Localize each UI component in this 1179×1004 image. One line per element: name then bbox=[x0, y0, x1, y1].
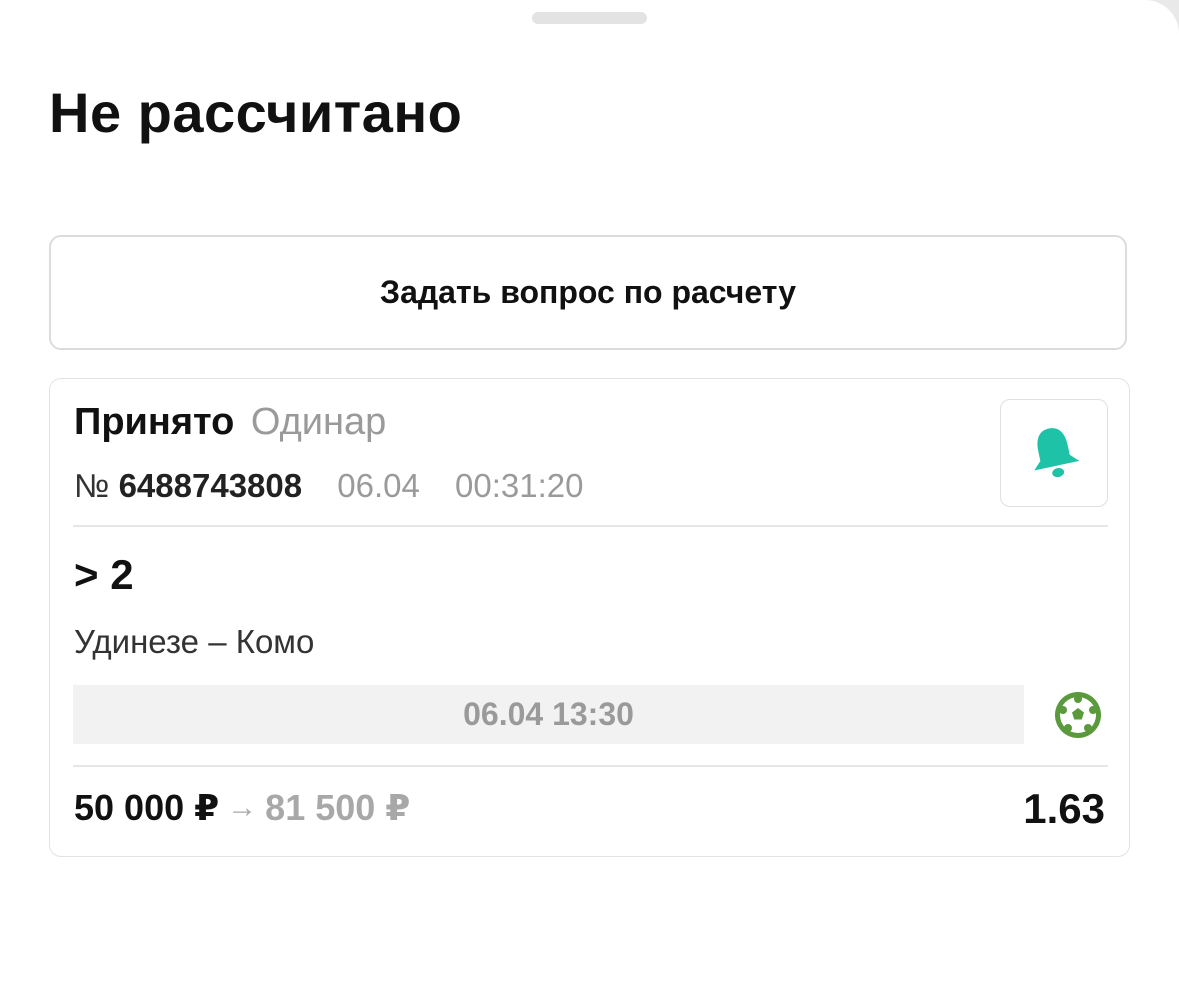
bet-date: 06.04 bbox=[337, 467, 420, 504]
divider-bottom bbox=[73, 765, 1108, 767]
bet-odds: 1.63 bbox=[1023, 785, 1105, 832]
match-name[interactable]: Удинезе – Комо bbox=[74, 623, 314, 661]
bet-outcome: > 2 bbox=[74, 551, 134, 598]
event-datetime: 06.04 13:30 bbox=[73, 685, 1024, 744]
ask-question-button[interactable]: Задать вопрос по расчету bbox=[49, 235, 1127, 350]
bet-card[interactable]: Принято Одинар № 6488743808 06.04 00:31:… bbox=[49, 378, 1130, 857]
stake-amount: 50 000 ₽ bbox=[74, 787, 220, 828]
notification-button[interactable] bbox=[1000, 399, 1108, 507]
bet-number-prefix: № bbox=[74, 467, 110, 504]
football-icon bbox=[1055, 692, 1101, 738]
bet-meta: № 6488743808 06.04 00:31:20 bbox=[74, 467, 584, 505]
bottom-sheet: Не рассчитано Задать вопрос по расчету П… bbox=[0, 0, 1179, 1004]
arrow-right-icon: → bbox=[227, 791, 258, 824]
bet-number: 6488743808 bbox=[118, 467, 303, 504]
stake-line: 50 000 ₽ → 81 500 ₽ bbox=[74, 787, 410, 829]
bell-icon bbox=[1034, 428, 1080, 478]
potential-payout: 81 500 ₽ bbox=[265, 787, 411, 828]
page-title: Не рассчитано bbox=[49, 81, 463, 144]
bet-type: Одинар bbox=[250, 401, 387, 443]
bet-time: 00:31:20 bbox=[455, 467, 584, 504]
sheet-grabber[interactable] bbox=[532, 12, 647, 24]
divider-top bbox=[73, 525, 1108, 527]
bet-status: Принято bbox=[74, 401, 235, 443]
bet-status-line: Принято Одинар bbox=[74, 401, 386, 444]
